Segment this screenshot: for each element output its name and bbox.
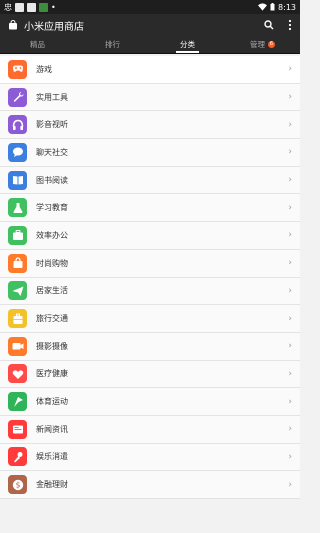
category-label: 图书阅读 [36,175,68,185]
battery-icon [270,3,275,11]
app-title: 小米应用商店 [24,21,84,33]
heart-icon [8,364,27,384]
wrench-icon [8,87,27,107]
status-bar: 忠 • 8:13 [0,0,300,14]
more-options-icon[interactable] [288,19,292,31]
category-row[interactable]: 聊天社交 › [0,139,300,167]
game-controller-icon [8,59,27,79]
category-row[interactable]: 学习教育 › [0,194,300,223]
category-label: 居家生活 [36,286,68,296]
chevron-right-icon: › [288,341,292,352]
book-icon [8,170,27,190]
category-label: 聊天社交 [36,147,68,157]
tab-label: 排行 [105,40,120,49]
svg-text:$: $ [15,480,20,489]
chevron-right-icon: › [288,92,292,103]
category-label: 医疗健康 [36,369,68,379]
flask-icon [8,198,27,218]
category-row[interactable]: 居家生活 › [0,277,300,306]
tab-featured[interactable]: 精品 [0,36,75,53]
category-row[interactable]: 效率办公 › [0,222,300,250]
tab-bar: 精品 排行 分类 管理 6 [0,36,300,54]
category-label: 影音视听 [36,120,68,130]
category-row[interactable]: 实用工具 › [0,83,300,112]
chevron-right-icon: › [288,479,292,490]
microphone-icon [8,447,27,467]
category-label: 新闻资讯 [36,424,68,434]
category-label: 旅行交通 [36,314,68,324]
tab-ranking[interactable]: 排行 [75,36,150,53]
briefcase-icon [8,225,27,245]
category-row[interactable]: $ 金融理财 › [0,471,300,499]
category-row[interactable]: 时尚购物 › [0,249,300,278]
notification-icon [15,2,24,12]
wifi-icon [258,3,268,11]
tab-label: 分类 [180,40,195,49]
chevron-right-icon: › [288,368,292,379]
chevron-right-icon: › [288,202,292,213]
category-row[interactable]: 摄影摄像 › [0,332,300,361]
category-row[interactable]: 新闻资讯 › [0,415,300,444]
dollar-coin-icon: $ [8,475,27,495]
chevron-right-icon: › [288,64,292,75]
category-row[interactable]: 体育运动 › [0,388,300,416]
category-label: 学习教育 [36,203,68,213]
chevron-right-icon: › [288,396,292,407]
chevron-right-icon: › [288,424,292,435]
tab-label: 精品 [30,40,45,49]
tab-manage[interactable]: 管理 6 [225,36,300,53]
shopping-bag-icon [8,253,27,273]
category-label: 摄影摄像 [36,341,68,351]
category-label: 实用工具 [36,92,68,102]
dot-icon: • [51,2,56,12]
tab-categories[interactable]: 分类 [150,36,225,53]
category-row[interactable]: 游戏 › [0,56,300,84]
app-header: 小米应用商店 [0,14,300,36]
clock-text: 8:13 [278,2,296,12]
category-row[interactable]: 影音视听 › [0,111,300,140]
notification-icon [27,2,36,12]
chat-bubble-icon [8,142,27,162]
chevron-right-icon: › [288,451,292,462]
camera-icon [8,336,27,356]
category-label: 体育运动 [36,397,68,407]
category-row[interactable]: 图书阅读 › [0,166,300,195]
search-icon[interactable] [264,20,274,30]
chevron-right-icon: › [288,230,292,241]
chevron-right-icon: › [288,313,292,324]
carrier-text: 忠 [4,2,12,12]
category-label: 游戏 [36,64,52,74]
paper-plane-icon [8,281,27,301]
chevron-right-icon: › [288,175,292,186]
chevron-right-icon: › [288,147,292,158]
category-row[interactable]: 医疗健康 › [0,360,300,389]
category-row[interactable]: 旅行交通 › [0,305,300,333]
suitcase-icon [8,309,27,329]
category-label: 娱乐消遣 [36,452,68,462]
chevron-right-icon: › [288,285,292,296]
tab-label: 管理 [250,40,265,49]
update-count-badge: 6 [268,41,275,48]
chevron-right-icon: › [288,119,292,130]
headphones-icon [8,115,27,135]
newspaper-icon [8,419,27,439]
notification-icon [39,2,48,12]
store-bag-icon [8,20,18,30]
category-label: 时尚购物 [36,258,68,268]
category-label: 效率办公 [36,230,68,240]
flag-icon [8,392,27,412]
category-row[interactable]: 娱乐消遣 › [0,443,300,472]
category-list: 游戏 › 实用工具 › 影音视听 › 聊天社交 › 图书阅读 › 学习教育 › 效率办公 › 时尚购物 › 居家… [0,56,300,499]
chevron-right-icon: › [288,258,292,269]
category-label: 金融理财 [36,480,68,490]
